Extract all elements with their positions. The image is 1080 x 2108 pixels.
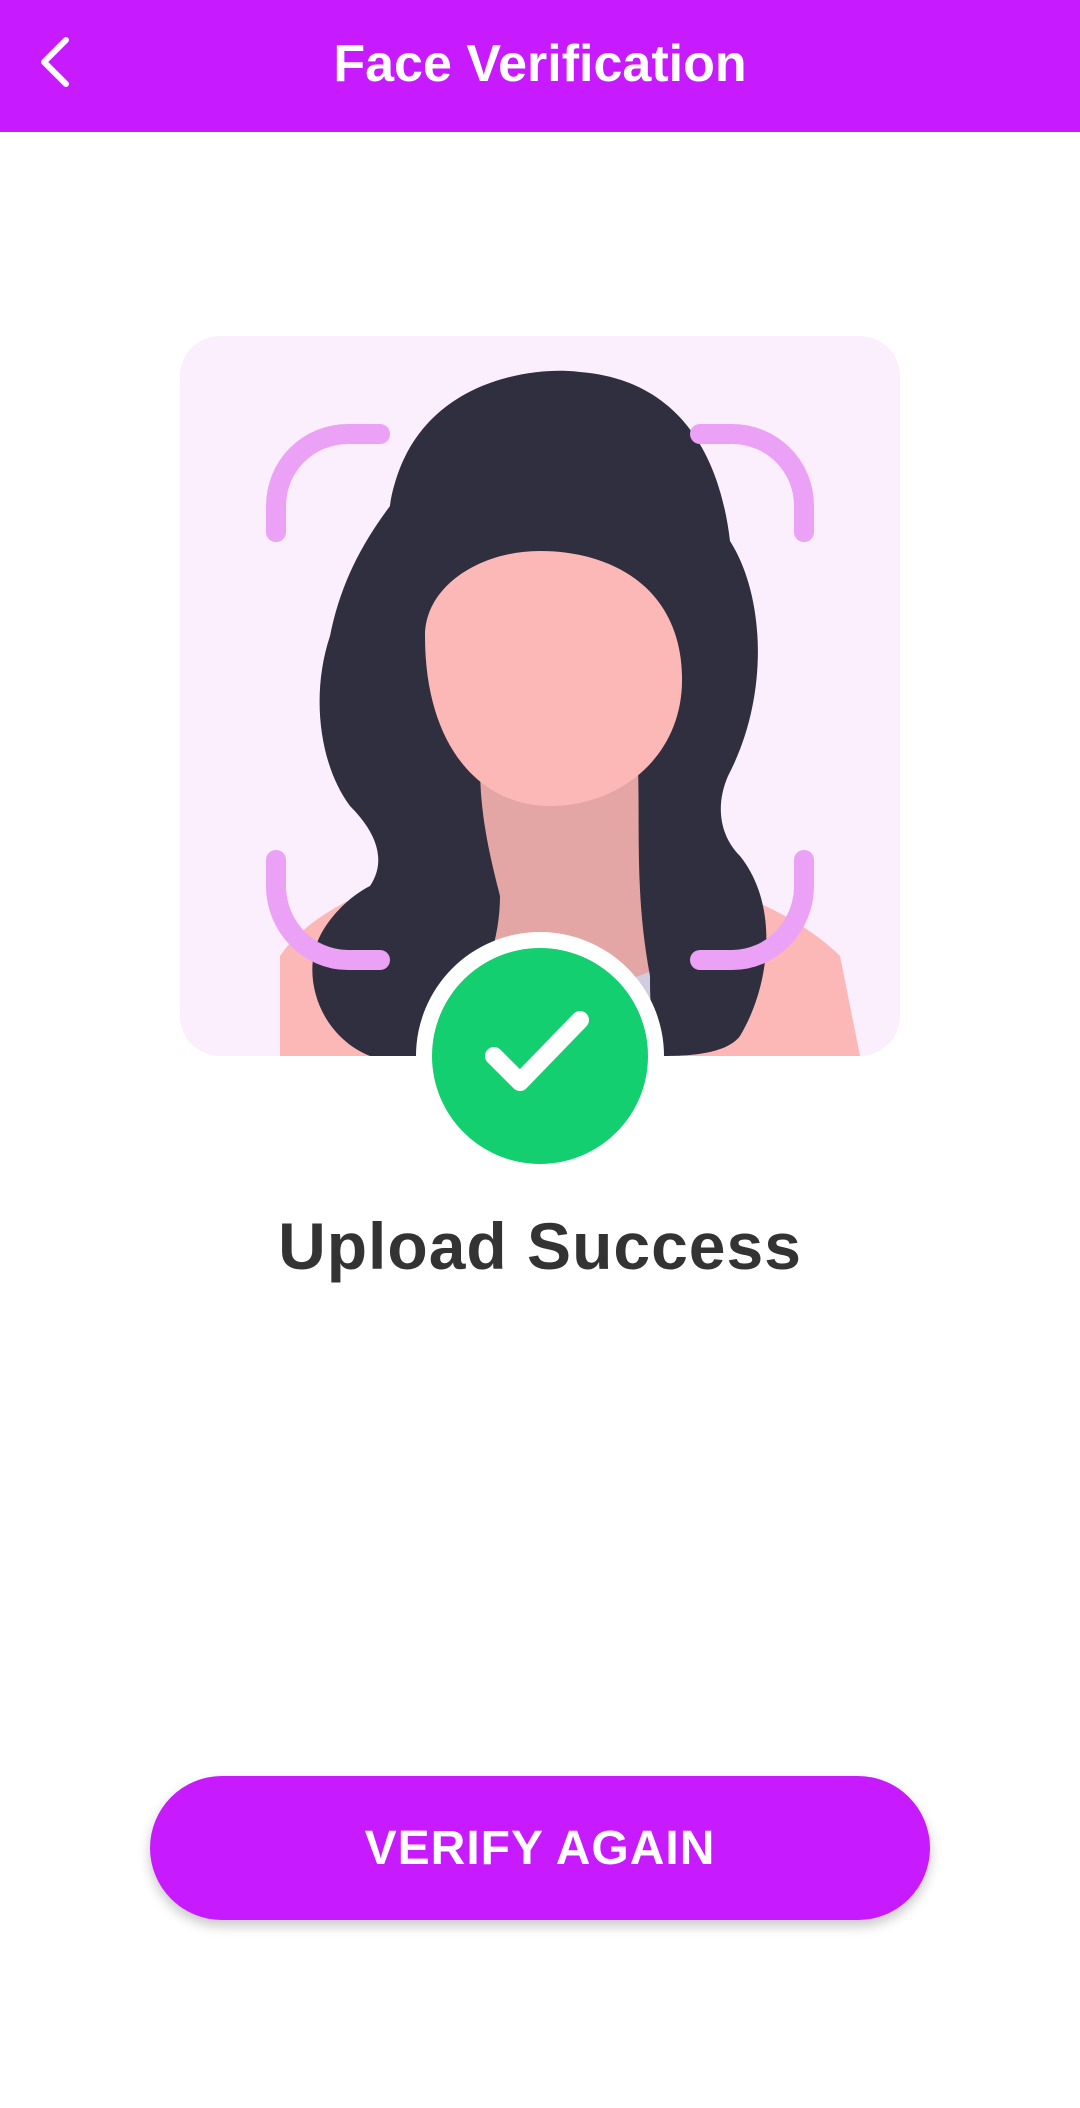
- verify-again-label: VERIFY AGAIN: [364, 1821, 716, 1875]
- upload-status-text: Upload Success: [278, 1209, 802, 1283]
- check-icon: [485, 1011, 589, 1091]
- success-check-badge: [416, 932, 664, 1180]
- page-title: Face Verification: [333, 35, 747, 93]
- verify-again-button[interactable]: VERIFY AGAIN: [150, 1776, 930, 1920]
- app-bar: Face Verification: [0, 0, 1080, 132]
- face-verification-screen: Face Verification Upload Success VERIFY …: [0, 0, 1080, 2108]
